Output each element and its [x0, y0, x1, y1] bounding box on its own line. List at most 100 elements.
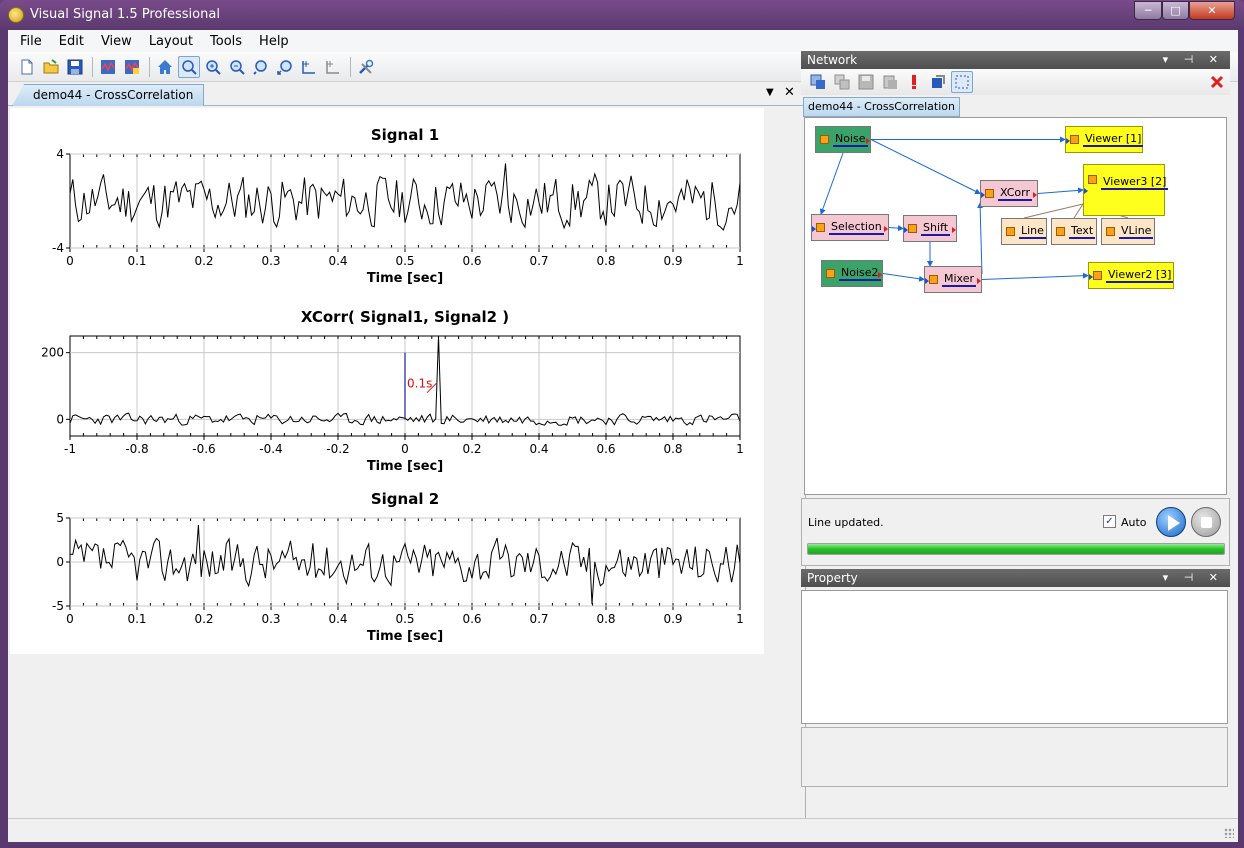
x-axis-label: Time [sec] — [367, 629, 443, 644]
network-canvas[interactable]: Noise Viewer [1] XCorr Viewer3 [2] Selection… — [804, 117, 1227, 495]
output-port[interactable] — [884, 225, 888, 232]
output-port[interactable] — [878, 271, 882, 278]
node-icon — [816, 223, 825, 232]
tab-list-icon[interactable]: ▼ — [766, 87, 774, 98]
close-window-button[interactable]: ✕ — [1189, 1, 1235, 20]
menu-tools[interactable]: Tools — [210, 34, 242, 49]
node-xcorr[interactable]: XCorr — [980, 180, 1038, 207]
node-viewer2[interactable]: Viewer2 [3] — [1088, 262, 1174, 289]
save-button[interactable] — [64, 56, 86, 78]
run-button[interactable] — [1156, 507, 1186, 537]
scale-y-button[interactable] — [322, 56, 344, 78]
node-selection[interactable]: Selection — [811, 214, 889, 241]
title-bar[interactable]: Visual Signal 1.5 Professional ─ □ ✕ — [0, 0, 1244, 30]
zoom-xy-button[interactable] — [274, 56, 296, 78]
x-tick-label: 0.8 — [663, 442, 682, 456]
input-port[interactable] — [1066, 137, 1070, 144]
y-tick-label: 0 — [56, 412, 64, 426]
save-network-button[interactable] — [855, 71, 877, 93]
x-tick-label: -0.8 — [125, 442, 148, 456]
node-shift[interactable]: Shift — [903, 215, 957, 242]
tab-close-icon[interactable]: ✕ — [784, 85, 795, 100]
home-button[interactable] — [154, 56, 176, 78]
menu-file[interactable]: File — [20, 34, 42, 49]
select-region-icon — [955, 75, 969, 89]
minimize-button[interactable]: ─ — [1134, 1, 1162, 20]
x-tick-label: 0.8 — [596, 254, 615, 268]
x-tick-label: 0.4 — [328, 254, 347, 268]
edge-selection-shift — [888, 225, 904, 232]
node-text[interactable]: Text — [1051, 218, 1097, 245]
new-file-button[interactable] — [16, 56, 38, 78]
x-tick-label: 1 — [736, 612, 744, 626]
menu-help[interactable]: Help — [259, 34, 289, 49]
stop-button[interactable] — [1191, 507, 1221, 537]
dock-buttons[interactable]: ▾ ⊣ ✕ — [1163, 51, 1224, 69]
input-port[interactable] — [1084, 188, 1088, 194]
x-tick-label: 0.9 — [663, 254, 682, 268]
menu-edit[interactable]: Edit — [59, 34, 84, 49]
node-noise2[interactable]: Noise2 — [821, 260, 883, 287]
x-tick-label: 0.7 — [529, 254, 548, 268]
open-button[interactable] — [40, 56, 62, 78]
add-node-button[interactable] — [807, 71, 829, 93]
node-viewer1[interactable]: Viewer [1] — [1065, 126, 1144, 153]
menu-view[interactable]: View — [101, 34, 132, 49]
tools-icon — [359, 59, 374, 74]
select-region-button[interactable] — [951, 71, 973, 93]
zoom-out-button[interactable] — [226, 56, 248, 78]
x-tick-label: 0.1 — [127, 254, 146, 268]
tools-button[interactable] — [355, 56, 377, 78]
document-tab[interactable]: demo44 - CrossCorrelation — [12, 84, 205, 106]
scale-y-icon — [326, 60, 339, 74]
node-icon — [1088, 175, 1097, 184]
paste-button[interactable] — [879, 71, 901, 93]
property-grid[interactable] — [801, 590, 1228, 724]
copy-button[interactable] — [831, 71, 853, 93]
plots-svg[interactable]: Signal 1 0 0.1 0.2 0.3 0.4 0.5 0.6 0.7 0.8 0.9 1 4 -4… — [10, 108, 764, 654]
menu-layout[interactable]: Layout — [149, 34, 193, 49]
delete-network-button[interactable] — [1206, 71, 1228, 93]
network-tab[interactable]: demo44 - CrossCorrelation — [803, 97, 960, 117]
input-port[interactable] — [925, 277, 929, 284]
x-tick-label: 0.6 — [462, 254, 481, 268]
node-noise[interactable]: Noise — [815, 126, 871, 153]
x-tick-label: -0.6 — [192, 442, 215, 456]
node-vline[interactable]: VLine — [1101, 218, 1155, 245]
zoom-in-button[interactable] — [202, 56, 224, 78]
x-tick-label: 1 — [736, 442, 744, 456]
refresh-button[interactable] — [927, 71, 949, 93]
input-port[interactable] — [812, 225, 816, 232]
output-port[interactable] — [952, 226, 956, 233]
network-panel-header: Network ▾ ⊣ ✕ — [801, 51, 1230, 69]
plot-area[interactable]: Signal 1 0 0.1 0.2 0.3 0.4 0.5 0.6 0.7 0.8 0.9 1 4 -4… — [10, 108, 764, 654]
zoom-fit-button[interactable] — [250, 56, 272, 78]
output-port[interactable] — [866, 137, 870, 144]
zoom-pan-button[interactable] — [178, 55, 200, 78]
scale-x-button[interactable] — [298, 56, 320, 78]
y-tick-label: 5 — [56, 511, 64, 525]
auto-checkbox[interactable]: ✓ — [1103, 515, 1116, 528]
app-window: Visual Signal 1.5 Professional ─ □ ✕ Fil… — [0, 0, 1244, 848]
node-line[interactable]: Line — [1001, 218, 1047, 245]
warning-button[interactable] — [903, 71, 925, 93]
node-label: Selection — [829, 220, 884, 235]
node-label: Viewer [1] — [1083, 132, 1144, 147]
y-tick-label: 200 — [41, 346, 64, 360]
signal-view-button[interactable] — [97, 56, 119, 78]
x-tick-label: -0.2 — [326, 442, 349, 456]
output-port[interactable] — [1033, 191, 1037, 198]
document-tab-bar: demo44 - CrossCorrelation ▼ ✕ — [8, 82, 806, 106]
input-port[interactable] — [904, 226, 908, 233]
node-viewer3[interactable]: Viewer3 [2] — [1083, 164, 1169, 216]
dock-buttons[interactable]: ▾ ⊣ ✕ — [1163, 569, 1224, 587]
progress-fill — [808, 544, 1224, 554]
output-port[interactable] — [977, 277, 981, 284]
resize-grip[interactable] — [1224, 828, 1234, 838]
input-port[interactable] — [981, 191, 985, 198]
node-label: Text — [1069, 224, 1096, 239]
input-port[interactable] — [1089, 273, 1093, 280]
node-mixer[interactable]: Mixer — [924, 266, 982, 293]
signal-view-2-button[interactable] — [121, 56, 143, 78]
maximize-button[interactable]: □ — [1162, 1, 1189, 20]
